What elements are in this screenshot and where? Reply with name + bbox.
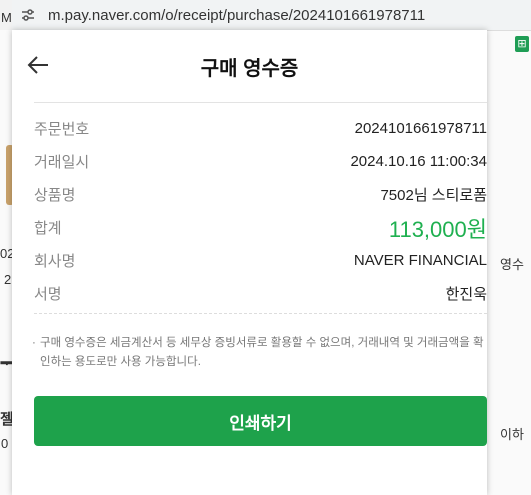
company-label: 회사명 <box>34 253 76 270</box>
product-name-label: 상품명 <box>34 187 76 204</box>
signature-value: 한진욱 <box>445 286 487 303</box>
transaction-date-label: 거래일시 <box>34 154 90 171</box>
company-value: NAVER FINANCIAL <box>353 252 487 269</box>
transaction-date-value: 2024.10.16 11:00:34 <box>350 153 487 170</box>
bg-snippet: 0 <box>1 436 9 451</box>
header-divider <box>34 102 487 103</box>
bg-snippet: 영수 <box>500 257 524 272</box>
receipt-details: 주문번호 2024101661978711 거래일시 2024.10.16 11… <box>34 112 487 310</box>
bg-green-icon: ⊞ <box>515 36 529 52</box>
print-button[interactable]: 인쇄하기 <box>34 396 487 446</box>
url-text[interactable]: m.pay.naver.com/o/receipt/purchase/20241… <box>48 7 425 24</box>
page-title: 구매 영수증 <box>200 58 299 80</box>
site-settings-icon[interactable] <box>20 7 36 23</box>
total-row: 합계 113,000원 <box>34 211 487 244</box>
receipt-header: 구매 영수증 <box>12 30 487 102</box>
order-number-label: 주문번호 <box>34 121 90 138</box>
product-name-row: 상품명 7502님 스티로폼 <box>34 178 487 211</box>
total-amount: 113,000원 <box>388 216 487 242</box>
bg-snippet: 2 <box>4 272 12 287</box>
signature-label: 서명 <box>34 286 62 303</box>
order-number-row: 주문번호 2024101661978711 <box>34 112 487 145</box>
signature-row: 서명 한진욱 <box>34 277 487 310</box>
bullet-icon: · <box>32 337 36 349</box>
bg-snippet: 이하 <box>500 427 524 442</box>
transaction-date-row: 거래일시 2024.10.16 11:00:34 <box>34 145 487 178</box>
address-bar[interactable]: m.pay.naver.com/o/receipt/purchase/20241… <box>12 0 531 31</box>
receipt-notice: · 구매 영수증은 세금계산서 등 세무상 증빙서류로 활용할 수 없으며, 거… <box>32 334 487 372</box>
details-divider <box>34 313 487 315</box>
receipt-notice-text: 구매 영수증은 세금계산서 등 세무상 증빙서류로 활용할 수 없으며, 거래내… <box>40 337 484 368</box>
receipt-popup: 구매 영수증 주문번호 2024101661978711 거래일시 2024.1… <box>12 30 487 495</box>
company-row: 회사명 NAVER FINANCIAL <box>34 244 487 277</box>
total-label: 합계 <box>34 220 62 237</box>
product-name-value: 7502님 스티로폼 <box>380 187 487 204</box>
order-number-value: 2024101661978711 <box>354 120 487 137</box>
